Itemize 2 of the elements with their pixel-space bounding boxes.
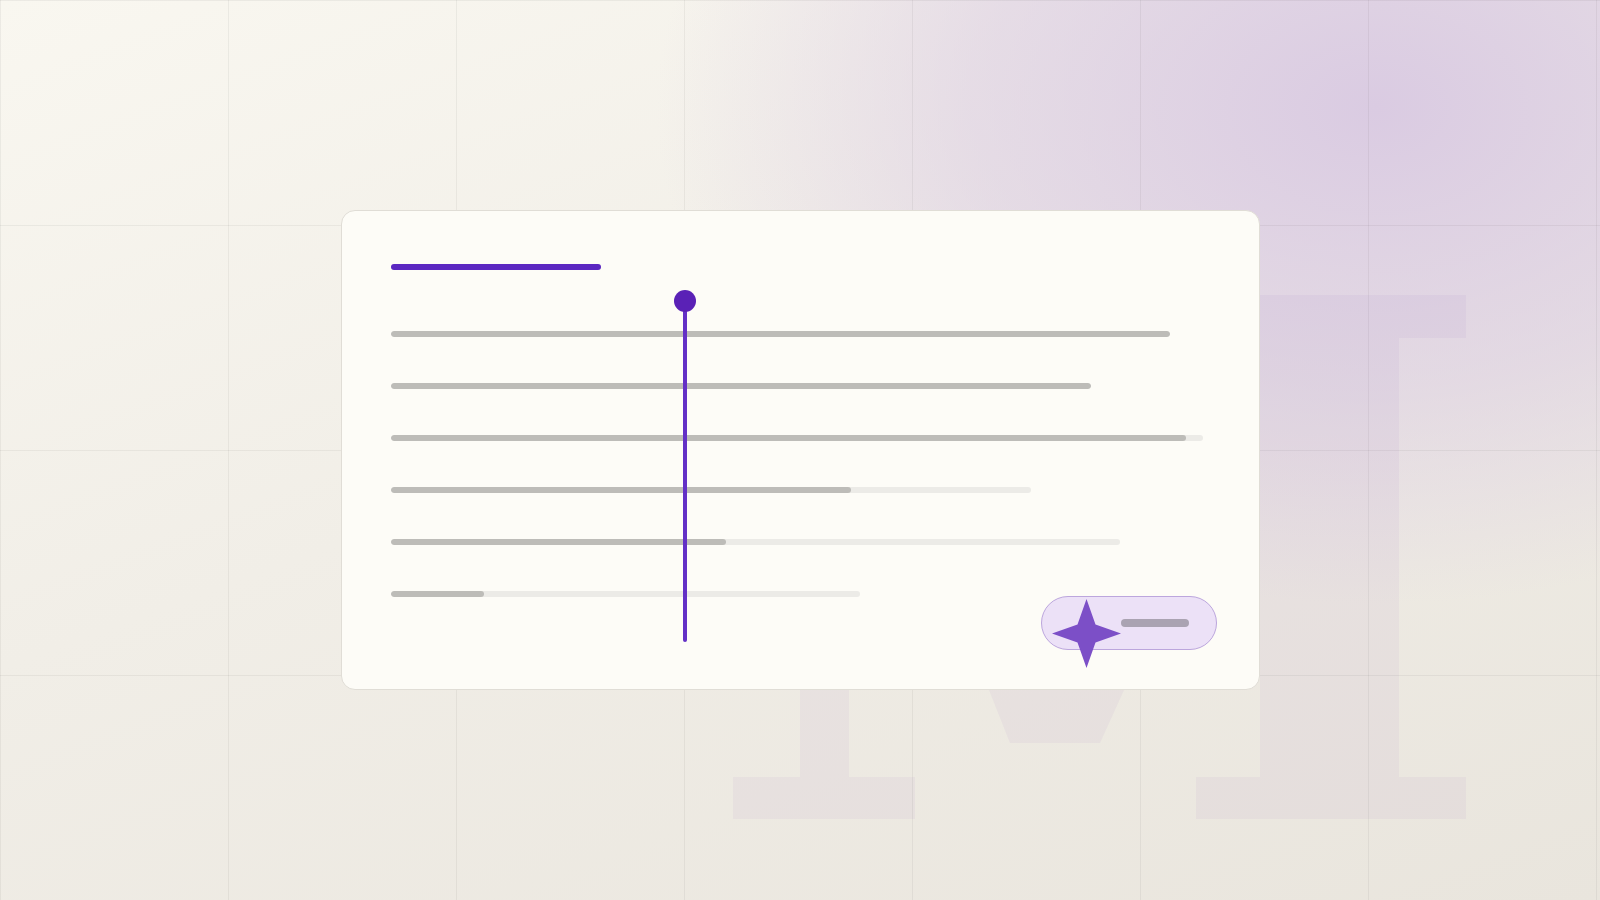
sparkle-icon bbox=[1051, 599, 1121, 668]
label-placeholder-bar bbox=[1120, 619, 1189, 627]
